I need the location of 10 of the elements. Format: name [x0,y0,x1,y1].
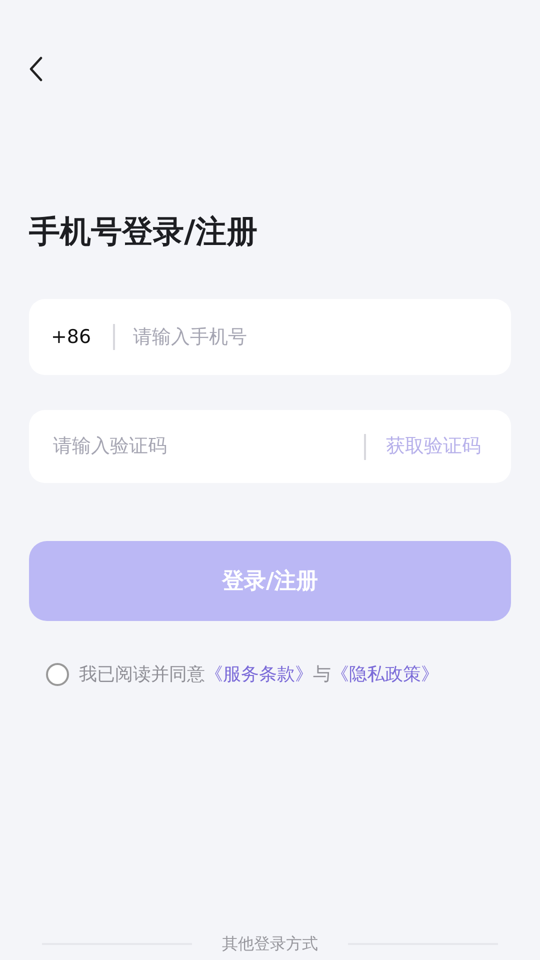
phone-field[interactable]: +86 请输入手机号 [29,299,511,376]
agree-radio[interactable] [46,663,69,686]
get-code-button[interactable]: 获取验证码 [366,432,489,461]
code-field[interactable]: 请输入验证码 获取验证码 [29,410,511,484]
privacy-link[interactable]: 《隐私政策》 [331,664,439,686]
page-title: 手机号登录/注册 [29,214,258,252]
country-code[interactable]: +86 [51,322,113,352]
terms-link[interactable]: 《服务条款》 [205,664,313,686]
agreement-text: 我已阅读并同意《服务条款》与《隐私政策》 [79,663,439,688]
other-login-label: 其他登录方式 [222,933,318,955]
